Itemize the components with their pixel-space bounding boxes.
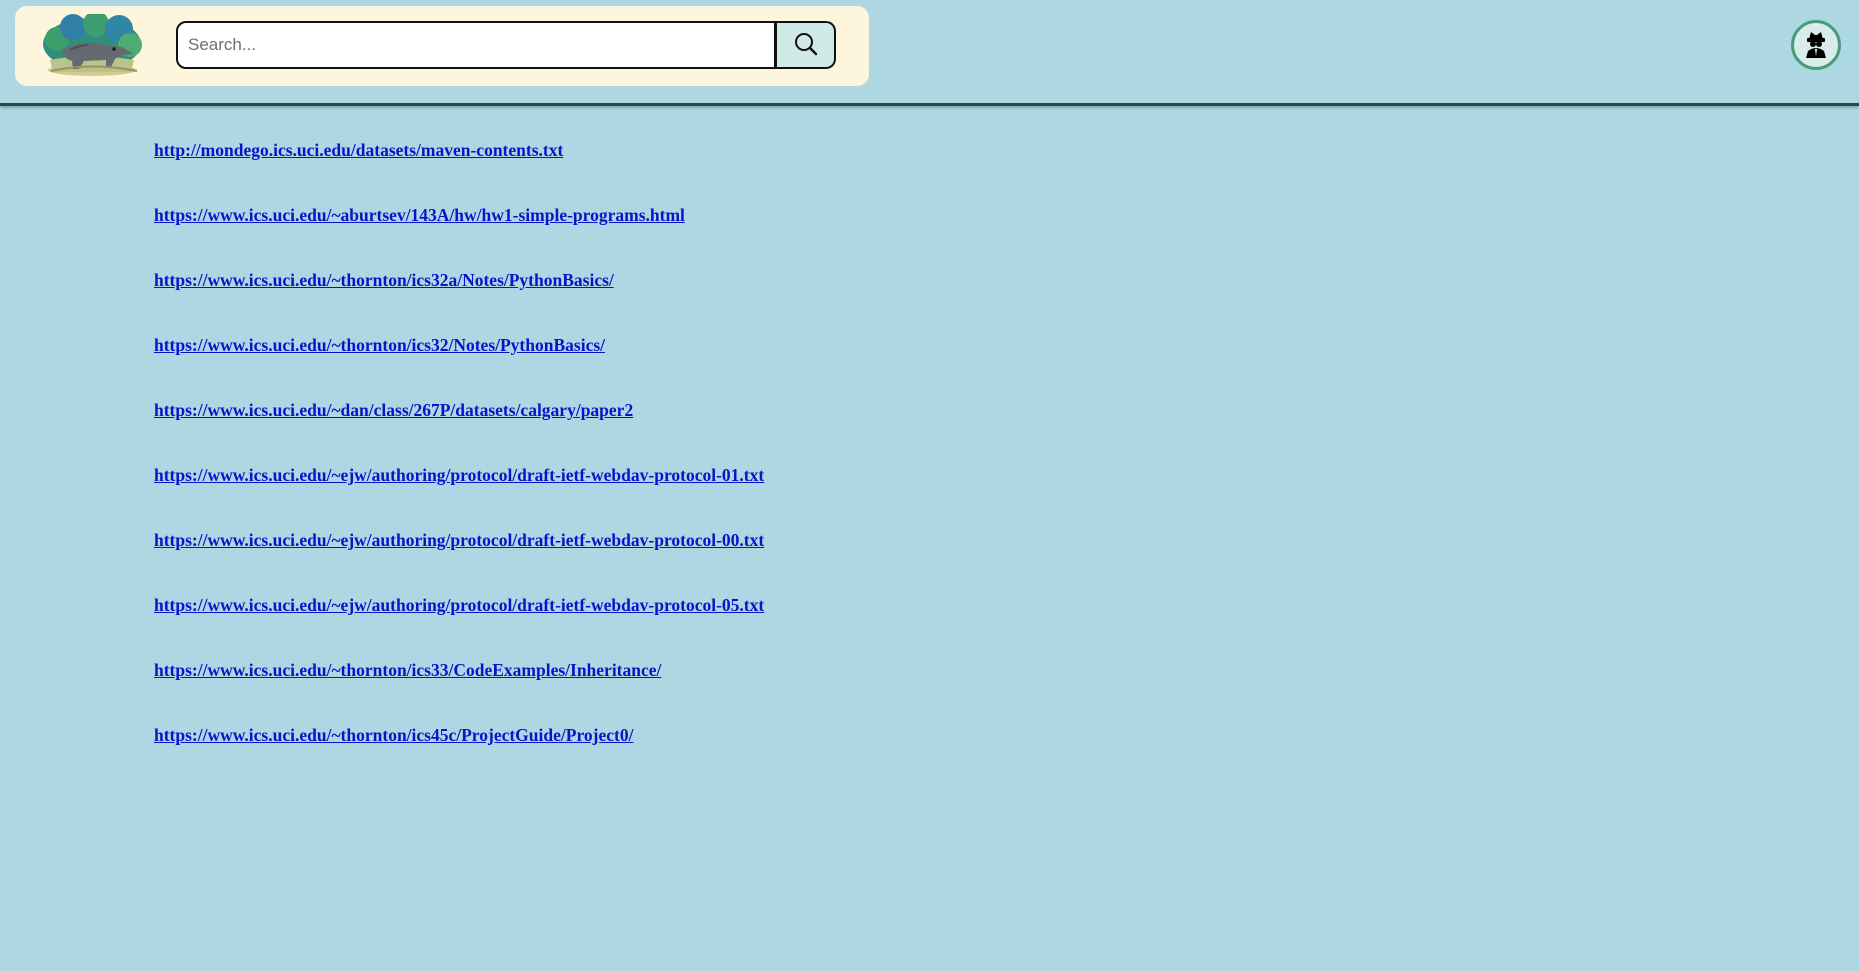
result-link[interactable]: https://www.ics.uci.edu/~thornton/ics32a…	[154, 270, 614, 290]
result-item: https://www.ics.uci.edu/~thornton/ics33/…	[154, 660, 1354, 725]
result-link[interactable]: https://www.ics.uci.edu/~thornton/ics32/…	[154, 335, 605, 355]
result-item: https://www.ics.uci.edu/~ejw/authoring/p…	[154, 530, 1354, 595]
result-item: https://www.ics.uci.edu/~ejw/authoring/p…	[154, 465, 1354, 530]
top-bar	[0, 0, 1859, 106]
result-link[interactable]: https://www.ics.uci.edu/~aburtsev/143A/h…	[154, 205, 685, 225]
result-item: https://www.ics.uci.edu/~ejw/authoring/p…	[154, 595, 1354, 660]
result-item: https://www.ics.uci.edu/~thornton/ics32a…	[154, 270, 1354, 335]
search-button[interactable]	[776, 21, 836, 69]
anteater-logo-icon[interactable]	[39, 11, 145, 79]
result-item: https://www.ics.uci.edu/~aburtsev/143A/h…	[154, 205, 1354, 270]
result-item: https://www.ics.uci.edu/~thornton/ics32/…	[154, 335, 1354, 400]
result-link[interactable]: https://www.ics.uci.edu/~ejw/authoring/p…	[154, 595, 764, 615]
result-item: https://www.ics.uci.edu/~thornton/ics45c…	[154, 725, 1354, 790]
result-link[interactable]: https://www.ics.uci.edu/~dan/class/267P/…	[154, 400, 633, 420]
user-avatar-button[interactable]	[1791, 20, 1841, 70]
spy-icon	[1801, 27, 1831, 64]
result-item: https://www.ics.uci.edu/~dan/class/267P/…	[154, 400, 1354, 465]
search-panel	[15, 6, 869, 86]
result-item: http://mondego.ics.uci.edu/datasets/mave…	[154, 140, 1354, 205]
search-input[interactable]	[176, 21, 776, 69]
search-results: http://mondego.ics.uci.edu/datasets/mave…	[154, 140, 1354, 790]
result-link[interactable]: https://www.ics.uci.edu/~ejw/authoring/p…	[154, 465, 764, 485]
result-link[interactable]: http://mondego.ics.uci.edu/datasets/mave…	[154, 140, 563, 160]
search-icon	[793, 31, 819, 60]
result-link[interactable]: https://www.ics.uci.edu/~thornton/ics45c…	[154, 725, 633, 745]
result-link[interactable]: https://www.ics.uci.edu/~thornton/ics33/…	[154, 660, 661, 680]
result-link[interactable]: https://www.ics.uci.edu/~ejw/authoring/p…	[154, 530, 764, 550]
